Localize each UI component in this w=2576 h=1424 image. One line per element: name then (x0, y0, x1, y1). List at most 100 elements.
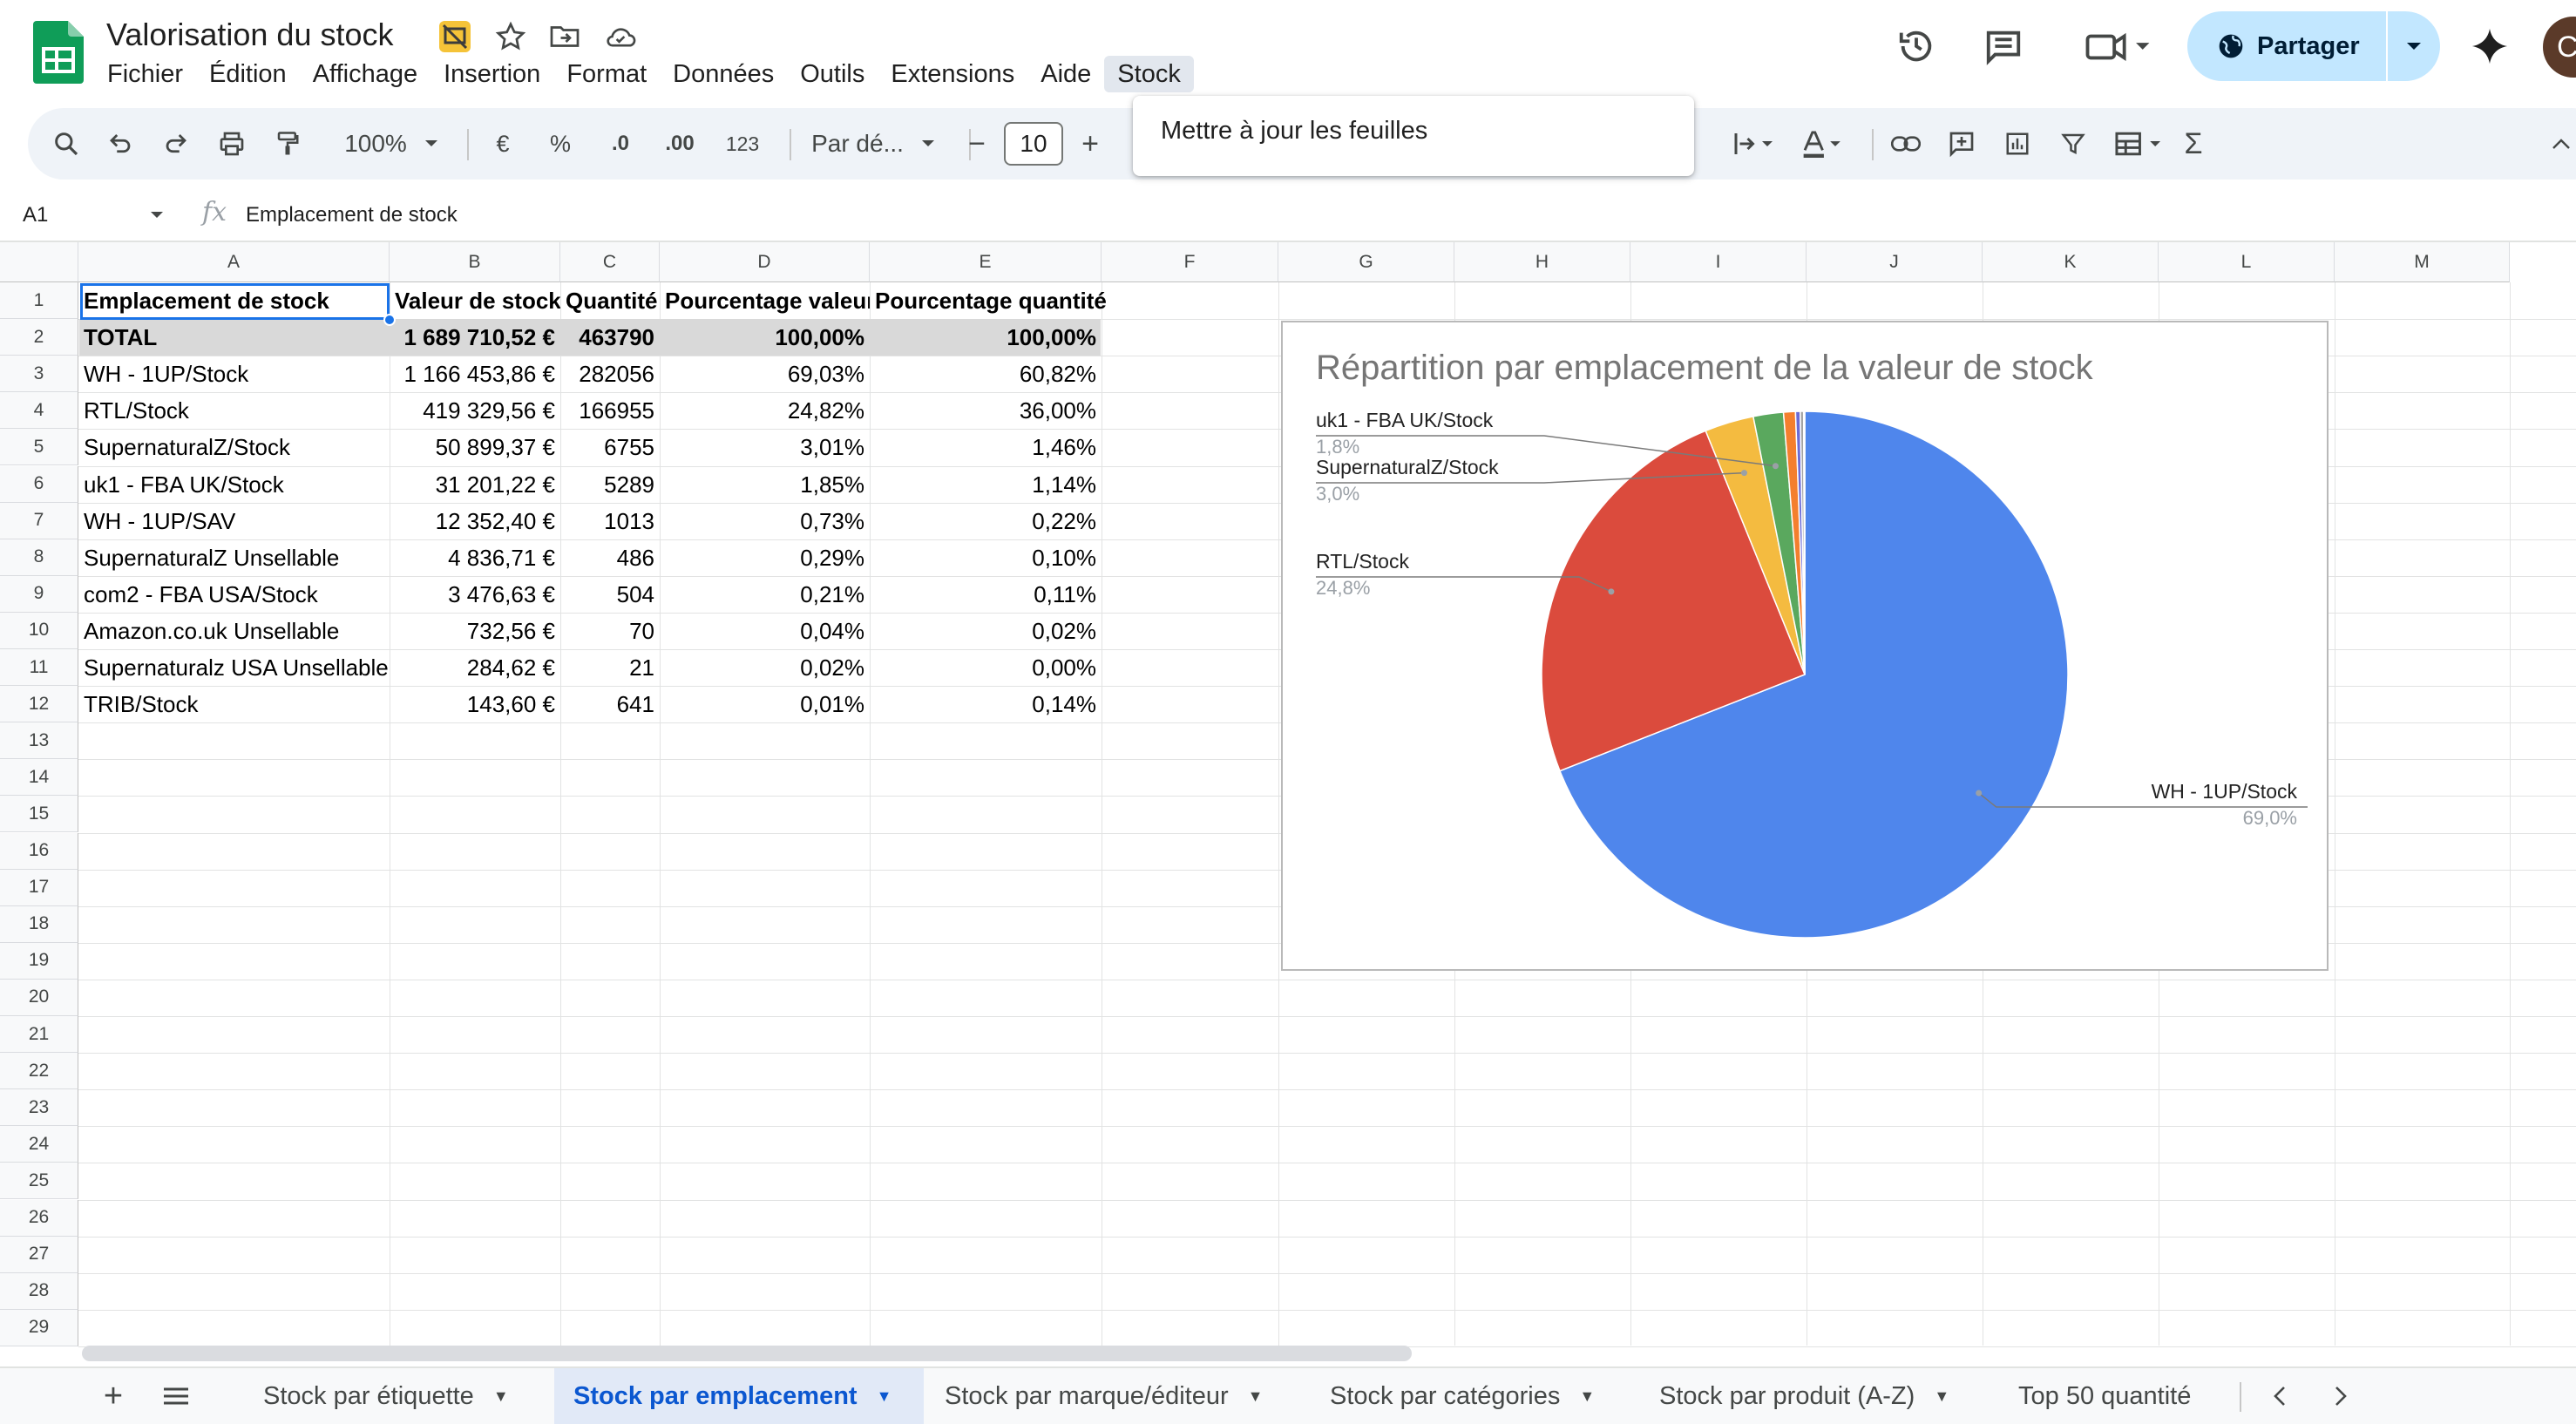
column-header[interactable]: K (1983, 242, 2159, 282)
column-header[interactable]: H (1454, 242, 1630, 282)
table-cell[interactable]: 0,14% (870, 686, 1102, 722)
pie-chart[interactable]: Répartition par emplacement de la valeur… (1281, 321, 2329, 971)
table-cell[interactable]: 0,11% (870, 576, 1102, 613)
table-cell[interactable]: 21 (560, 649, 660, 686)
table-cell[interactable]: 50 899,37 € (390, 429, 560, 465)
menu-item-update-sheets[interactable]: Mettre à jour les feuilles (1161, 117, 1427, 146)
table-cell[interactable]: Quantité (560, 282, 660, 319)
table-cell[interactable]: uk1 - FBA UK/Stock (78, 466, 390, 503)
table-cell[interactable]: 3 476,63 € (390, 576, 560, 613)
row-header[interactable]: 12 (0, 686, 78, 723)
sheet-tab-stock-par-marque[interactable]: Stock par marque/éditeur ▼ (927, 1368, 1305, 1424)
row-header[interactable]: 5 (0, 429, 78, 466)
table-cell[interactable]: SupernaturalZ/Stock (78, 429, 390, 465)
row-header[interactable]: 13 (0, 722, 78, 760)
table-cell[interactable]: 1,85% (660, 466, 870, 503)
column-header[interactable]: E (870, 242, 1102, 282)
sheet-tab-stock-par-emplacement[interactable]: Stock par emplacement ▼ (554, 1368, 924, 1424)
table-cell[interactable]: Amazon.co.uk Unsellable (78, 613, 390, 649)
row-header[interactable]: 16 (0, 832, 78, 870)
row-header[interactable]: 7 (0, 502, 78, 539)
row-header[interactable]: 3 (0, 356, 78, 393)
add-sheet-icon[interactable]: + (87, 1368, 139, 1424)
row-header[interactable]: 27 (0, 1236, 78, 1273)
row-header[interactable]: 18 (0, 905, 78, 943)
table-cell[interactable]: 463790 (560, 319, 660, 356)
table-cell[interactable]: 100,00% (870, 319, 1102, 356)
table-cell[interactable]: RTL/Stock (78, 392, 390, 429)
row-header[interactable]: 11 (0, 649, 78, 687)
table-cell[interactable]: 70 (560, 613, 660, 649)
row-header[interactable]: 17 (0, 869, 78, 906)
table-cell[interactable]: 100,00% (660, 319, 870, 356)
row-header[interactable]: 22 (0, 1053, 78, 1090)
table-cell[interactable]: 36,00% (870, 392, 1102, 429)
column-header[interactable]: F (1102, 242, 1278, 282)
table-cell[interactable]: 1 166 453,86 € (390, 356, 560, 392)
row-header[interactable]: 19 (0, 942, 78, 980)
table-cell[interactable]: 0,21% (660, 576, 870, 613)
horizontal-scrollbar[interactable] (82, 1346, 1412, 1361)
table-cell[interactable]: 12 352,40 € (390, 503, 560, 539)
table-cell[interactable]: 504 (560, 576, 660, 613)
table-cell[interactable]: 5289 (560, 466, 660, 503)
table-cell[interactable]: 0,04% (660, 613, 870, 649)
table-cell[interactable]: 31 201,22 € (390, 466, 560, 503)
row-header[interactable]: 23 (0, 1089, 78, 1127)
row-header[interactable]: 2 (0, 319, 78, 356)
table-cell[interactable]: 0,01% (660, 686, 870, 722)
row-header[interactable]: 28 (0, 1272, 78, 1310)
table-cell[interactable]: 284,62 € (390, 649, 560, 686)
table-cell[interactable]: 0,73% (660, 503, 870, 539)
sheet-tab-top-50-quantite[interactable]: Top 50 quantité (2004, 1368, 2240, 1424)
column-header[interactable]: M (2335, 242, 2510, 282)
table-cell[interactable]: 0,00% (870, 649, 1102, 686)
table-cell[interactable]: 69,03% (660, 356, 870, 392)
row-header[interactable]: 4 (0, 392, 78, 430)
table-cell[interactable]: 1013 (560, 503, 660, 539)
table-cell[interactable]: 486 (560, 539, 660, 576)
table-cell[interactable]: SupernaturalZ Unsellable (78, 539, 390, 576)
table-cell[interactable]: 0,22% (870, 503, 1102, 539)
row-header[interactable]: 6 (0, 465, 78, 503)
table-cell[interactable]: 1,14% (870, 466, 1102, 503)
table-cell[interactable]: TRIB/Stock (78, 686, 390, 722)
all-sheets-icon[interactable] (153, 1368, 199, 1424)
column-header[interactable]: A (78, 242, 390, 282)
column-header[interactable]: D (660, 242, 870, 282)
row-header[interactable]: 8 (0, 539, 78, 576)
table-cell[interactable]: 24,82% (660, 392, 870, 429)
table-cell[interactable]: 419 329,56 € (390, 392, 560, 429)
scroll-tabs-left-icon[interactable] (2254, 1368, 2306, 1424)
table-cell[interactable]: 641 (560, 686, 660, 722)
row-header[interactable]: 9 (0, 575, 78, 613)
table-cell[interactable]: 143,60 € (390, 686, 560, 722)
table-cell[interactable]: 282056 (560, 356, 660, 392)
table-cell[interactable]: 0,02% (660, 649, 870, 686)
table-cell[interactable]: 6755 (560, 429, 660, 465)
table-cell[interactable]: 4 836,71 € (390, 539, 560, 576)
row-header[interactable]: 24 (0, 1126, 78, 1163)
table-cell[interactable]: Valeur de stock (390, 282, 560, 319)
table-cell[interactable]: 166955 (560, 392, 660, 429)
row-header[interactable]: 14 (0, 759, 78, 797)
table-cell[interactable]: WH - 1UP/Stock (78, 356, 390, 392)
table-cell[interactable]: 3,01% (660, 429, 870, 465)
column-header[interactable]: B (390, 242, 560, 282)
column-header[interactable]: G (1278, 242, 1454, 282)
select-all-corner[interactable] (0, 242, 78, 282)
table-cell[interactable]: com2 - FBA USA/Stock (78, 576, 390, 613)
row-header[interactable]: 20 (0, 979, 78, 1016)
table-cell[interactable]: 0,10% (870, 539, 1102, 576)
table-cell[interactable]: TOTAL (78, 319, 390, 356)
column-header[interactable]: L (2159, 242, 2335, 282)
table-cell[interactable]: 0,02% (870, 613, 1102, 649)
table-cell[interactable]: 0,29% (660, 539, 870, 576)
fill-handle[interactable] (383, 314, 396, 326)
table-cell[interactable]: 60,82% (870, 356, 1102, 392)
row-header[interactable]: 25 (0, 1163, 78, 1200)
column-header[interactable]: J (1807, 242, 1983, 282)
table-cell[interactable]: 732,56 € (390, 613, 560, 649)
row-header[interactable]: 21 (0, 1016, 78, 1054)
table-cell[interactable]: 1 689 710,52 € (390, 319, 560, 356)
